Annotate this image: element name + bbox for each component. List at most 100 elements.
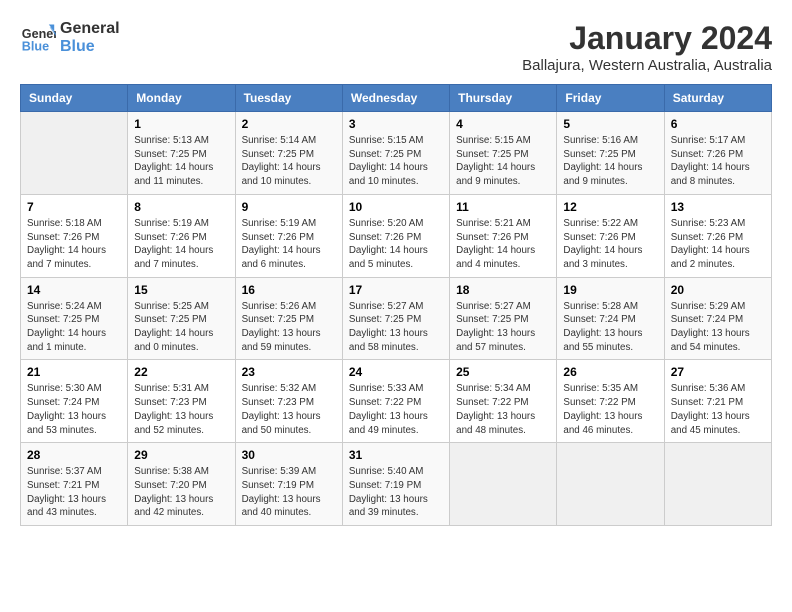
day-number: 10 — [349, 200, 443, 214]
day-info: Sunrise: 5:19 AMSunset: 7:26 PMDaylight:… — [134, 217, 228, 272]
day-info: Sunrise: 5:28 AMSunset: 7:24 PMDaylight:… — [563, 300, 657, 355]
day-info: Sunrise: 5:36 AMSunset: 7:21 PMDaylight:… — [671, 382, 765, 437]
column-header-sunday: Sunday — [21, 85, 128, 112]
title-block: January 2024 Ballajura, Western Australi… — [522, 20, 772, 74]
day-cell: 9Sunrise: 5:19 AMSunset: 7:26 PMDaylight… — [235, 194, 342, 277]
day-cell: 5Sunrise: 5:16 AMSunset: 7:25 PMDaylight… — [557, 112, 664, 195]
column-header-thursday: Thursday — [450, 85, 557, 112]
day-info: Sunrise: 5:18 AMSunset: 7:26 PMDaylight:… — [27, 217, 121, 272]
day-number: 3 — [349, 117, 443, 131]
day-info: Sunrise: 5:15 AMSunset: 7:25 PMDaylight:… — [349, 134, 443, 189]
day-number: 23 — [242, 365, 336, 379]
day-number: 24 — [349, 365, 443, 379]
day-cell: 14 Sunrise: 5:24 AMSunset: 7:25 PMDayligh… — [21, 277, 128, 360]
day-cell: 29 Sunrise: 5:38 AMSunset: 7:20 PMDayligh… — [128, 443, 235, 526]
day-info: Sunrise: 5:34 AMSunset: 7:22 PMDaylight:… — [456, 382, 550, 437]
calendar-body: 1 Sunrise: 5:13 AMSunset: 7:25 PMDaylight… — [21, 112, 772, 526]
column-header-wednesday: Wednesday — [342, 85, 449, 112]
day-info: Sunrise: 5:30 AMSunset: 7:24 PMDaylight:… — [27, 382, 121, 437]
day-cell: 1 Sunrise: 5:13 AMSunset: 7:25 PMDaylight… — [128, 112, 235, 195]
day-info: Sunrise: 5:29 AMSunset: 7:24 PMDaylight:… — [671, 300, 765, 355]
day-info: Sunrise: 5:15 AMSunset: 7:25 PMDaylight:… — [456, 134, 550, 189]
day-info: Sunrise: 5:16 AMSunset: 7:25 PMDaylight:… — [563, 134, 657, 189]
day-info: Sunrise: 5:13 AMSunset: 7:25 PMDaylight:… — [134, 134, 228, 189]
day-cell: 28 Sunrise: 5:37 AMSunset: 7:21 PMDayligh… — [21, 443, 128, 526]
day-info: Sunrise: 5:31 AMSunset: 7:23 PMDaylight:… — [134, 382, 228, 437]
day-cell: 12 Sunrise: 5:22 AMSunset: 7:26 PMDayligh… — [557, 194, 664, 277]
day-info: Sunrise: 5:27 AMSunset: 7:25 PMDaylight:… — [456, 300, 550, 355]
logo-line1: General — [60, 20, 120, 38]
svg-text:Blue: Blue — [22, 40, 49, 54]
day-cell: 6Sunrise: 5:17 AMSunset: 7:26 PMDaylight… — [664, 112, 771, 195]
day-number: 26 — [563, 365, 657, 379]
day-cell: 15 Sunrise: 5:25 AMSunset: 7:25 PMDayligh… — [128, 277, 235, 360]
day-number: 2 — [242, 117, 336, 131]
column-header-tuesday: Tuesday — [235, 85, 342, 112]
day-cell: 26 Sunrise: 5:35 AMSunset: 7:22 PMDayligh… — [557, 360, 664, 443]
day-number: 20 — [671, 283, 765, 297]
day-info: Sunrise: 5:27 AMSunset: 7:25 PMDaylight:… — [349, 300, 443, 355]
day-cell: 3 Sunrise: 5:15 AMSunset: 7:25 PMDaylight… — [342, 112, 449, 195]
day-info: Sunrise: 5:22 AMSunset: 7:26 PMDaylight:… — [563, 217, 657, 272]
day-number: 13 — [671, 200, 765, 214]
day-cell: 16Sunrise: 5:26 AMSunset: 7:25 PMDayligh… — [235, 277, 342, 360]
day-number: 14 — [27, 283, 121, 297]
day-number: 29 — [134, 448, 228, 462]
day-cell: 22 Sunrise: 5:31 AMSunset: 7:23 PMDayligh… — [128, 360, 235, 443]
day-info: Sunrise: 5:32 AMSunset: 7:23 PMDaylight:… — [242, 382, 336, 437]
day-cell: 30Sunrise: 5:39 AMSunset: 7:19 PMDayligh… — [235, 443, 342, 526]
day-number: 19 — [563, 283, 657, 297]
day-cell: 24Sunrise: 5:33 AMSunset: 7:22 PMDayligh… — [342, 360, 449, 443]
day-cell — [557, 443, 664, 526]
day-info: Sunrise: 5:35 AMSunset: 7:22 PMDaylight:… — [563, 382, 657, 437]
day-number: 12 — [563, 200, 657, 214]
day-cell: 20 Sunrise: 5:29 AMSunset: 7:24 PMDayligh… — [664, 277, 771, 360]
day-cell: 11Sunrise: 5:21 AMSunset: 7:26 PMDayligh… — [450, 194, 557, 277]
day-cell: 19 Sunrise: 5:28 AMSunset: 7:24 PMDayligh… — [557, 277, 664, 360]
logo-icon: General Blue — [20, 20, 56, 56]
day-cell: 2 Sunrise: 5:14 AMSunset: 7:25 PMDaylight… — [235, 112, 342, 195]
day-cell: 10 Sunrise: 5:20 AMSunset: 7:26 PMDayligh… — [342, 194, 449, 277]
day-info: Sunrise: 5:20 AMSunset: 7:26 PMDaylight:… — [349, 217, 443, 272]
day-info: Sunrise: 5:25 AMSunset: 7:25 PMDaylight:… — [134, 300, 228, 355]
calendar-table: SundayMondayTuesdayWednesdayThursdayFrid… — [20, 84, 772, 526]
day-info: Sunrise: 5:40 AMSunset: 7:19 PMDaylight:… — [349, 465, 443, 520]
day-info: Sunrise: 5:21 AMSunset: 7:26 PMDaylight:… — [456, 217, 550, 272]
day-number: 16 — [242, 283, 336, 297]
week-row-3: 14 Sunrise: 5:24 AMSunset: 7:25 PMDayligh… — [21, 277, 772, 360]
day-info: Sunrise: 5:19 AMSunset: 7:26 PMDaylight:… — [242, 217, 336, 272]
day-cell — [450, 443, 557, 526]
day-number: 4 — [456, 117, 550, 131]
day-cell: 7 Sunrise: 5:18 AMSunset: 7:26 PMDaylight… — [21, 194, 128, 277]
day-number: 7 — [27, 200, 121, 214]
day-info: Sunrise: 5:38 AMSunset: 7:20 PMDaylight:… — [134, 465, 228, 520]
day-cell: 23 Sunrise: 5:32 AMSunset: 7:23 PMDayligh… — [235, 360, 342, 443]
day-number: 8 — [134, 200, 228, 214]
day-cell: 18Sunrise: 5:27 AMSunset: 7:25 PMDayligh… — [450, 277, 557, 360]
day-info: Sunrise: 5:14 AMSunset: 7:25 PMDaylight:… — [242, 134, 336, 189]
column-header-friday: Friday — [557, 85, 664, 112]
week-row-4: 21 Sunrise: 5:30 AMSunset: 7:24 PMDayligh… — [21, 360, 772, 443]
day-cell: 25 Sunrise: 5:34 AMSunset: 7:22 PMDayligh… — [450, 360, 557, 443]
day-cell: 21 Sunrise: 5:30 AMSunset: 7:24 PMDayligh… — [21, 360, 128, 443]
day-number: 1 — [134, 117, 228, 131]
day-number: 22 — [134, 365, 228, 379]
week-row-5: 28 Sunrise: 5:37 AMSunset: 7:21 PMDayligh… — [21, 443, 772, 526]
day-number: 17 — [349, 283, 443, 297]
logo: General Blue General Blue — [20, 20, 120, 56]
day-cell: 4 Sunrise: 5:15 AMSunset: 7:25 PMDaylight… — [450, 112, 557, 195]
month-title: January 2024 — [522, 20, 772, 57]
day-number: 21 — [27, 365, 121, 379]
day-cell: 17 Sunrise: 5:27 AMSunset: 7:25 PMDayligh… — [342, 277, 449, 360]
day-number: 25 — [456, 365, 550, 379]
day-number: 28 — [27, 448, 121, 462]
calendar-header-row: SundayMondayTuesdayWednesdayThursdayFrid… — [21, 85, 772, 112]
column-header-saturday: Saturday — [664, 85, 771, 112]
day-info: Sunrise: 5:37 AMSunset: 7:21 PMDaylight:… — [27, 465, 121, 520]
day-info: Sunrise: 5:24 AMSunset: 7:25 PMDaylight:… — [27, 300, 121, 355]
day-info: Sunrise: 5:23 AMSunset: 7:26 PMDaylight:… — [671, 217, 765, 272]
day-cell: 13 Sunrise: 5:23 AMSunset: 7:26 PMDayligh… — [664, 194, 771, 277]
day-number: 15 — [134, 283, 228, 297]
day-number: 31 — [349, 448, 443, 462]
week-row-2: 7 Sunrise: 5:18 AMSunset: 7:26 PMDaylight… — [21, 194, 772, 277]
